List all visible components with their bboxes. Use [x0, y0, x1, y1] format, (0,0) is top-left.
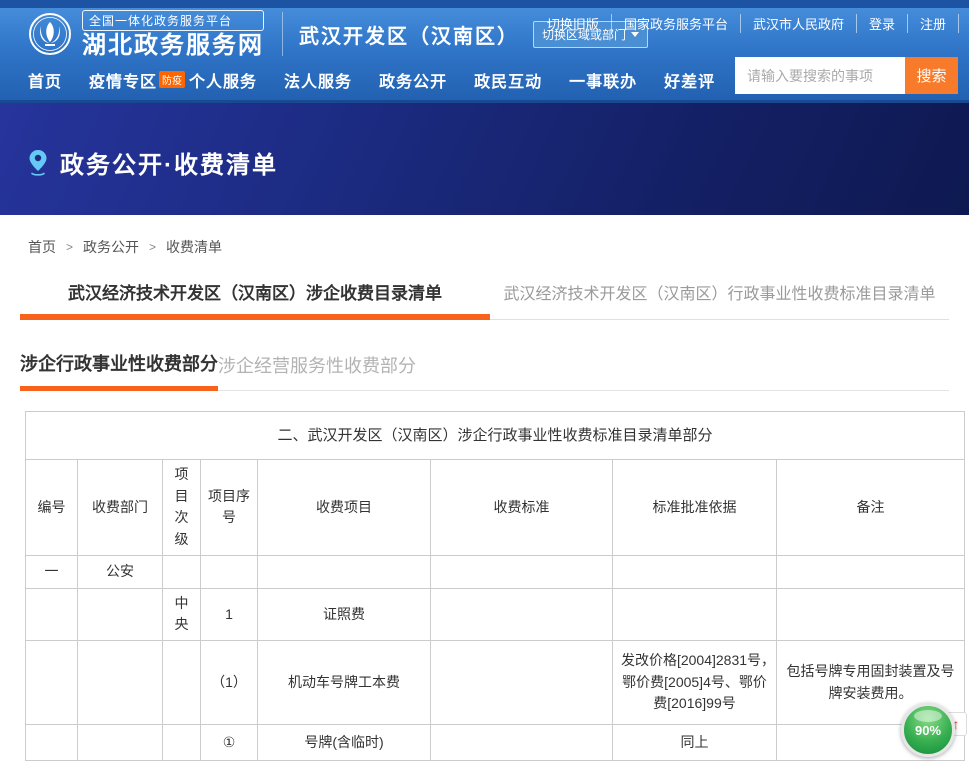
zoom-percent-label: 90%	[915, 723, 941, 738]
breadcrumb: 首页 > 政务公开 > 收费清单	[20, 237, 949, 257]
subtab-administrative-fees[interactable]: 涉企行政事业性收费部分	[20, 350, 218, 391]
cell-fee-standard	[431, 641, 613, 725]
cell-approval-basis: 同上	[613, 725, 777, 761]
col-header-remarks: 备注	[777, 460, 965, 556]
cell-item-level	[163, 641, 201, 725]
cell-fee-item: 证照费	[258, 588, 431, 640]
site-search: 搜索	[735, 57, 958, 94]
breadcrumb-home[interactable]: 首页	[28, 237, 56, 257]
cell-fee-standard	[431, 725, 613, 761]
nav-item-one-stop[interactable]: 一事联办	[569, 68, 637, 92]
list-tabs: 武汉经济技术开发区（汉南区）涉企收费目录清单 武汉经济技术开发区（汉南区）行政事…	[20, 271, 949, 320]
fee-standard-table: 二、武汉开发区（汉南区）涉企行政事业性收费标准目录清单部分 编号 收费部门 项目…	[25, 411, 965, 761]
cell-number	[26, 725, 78, 761]
cell-item-level	[163, 555, 201, 588]
cell-item-seq	[201, 555, 258, 588]
epidemic-badge: 防疫	[159, 71, 185, 88]
table-row: （1） 机动车号牌工本费 发改价格[2004]2831号， 鄂价费[2005]4…	[26, 641, 965, 725]
col-header-item-seq: 项目序号	[201, 460, 258, 556]
location-pin-icon	[28, 149, 48, 176]
page-title: 政务公开·收费清单	[60, 145, 278, 180]
nav-item-legal-services[interactable]: 法人服务	[284, 68, 352, 92]
link-national-platform[interactable]: 国家政务服务平台	[612, 14, 741, 33]
logo-text-block: 全国一体化政务服务平台 湖北政务服务网	[82, 10, 264, 58]
subtab-operational-service-fees[interactable]: 涉企经营服务性收费部分	[218, 352, 416, 390]
cell-fee-standard	[431, 555, 613, 588]
search-input[interactable]	[735, 57, 905, 94]
cell-fee-item: 号牌(含临时)	[258, 725, 431, 761]
page-zoom-widget[interactable]: 90%	[901, 703, 955, 757]
header-top-strip	[0, 0, 969, 8]
breadcrumb-separator: >	[66, 240, 73, 254]
header-quick-links: 切换旧版 国家政务服务平台 武汉市人民政府 登录 注册	[535, 14, 959, 33]
link-wuhan-gov[interactable]: 武汉市人民政府	[741, 14, 857, 33]
site-name: 湖北政务服务网	[82, 33, 264, 58]
cell-remarks	[777, 588, 965, 640]
banner-title-row: 政务公开·收费清单	[0, 103, 969, 180]
cell-department	[78, 588, 163, 640]
page-banner: 政务公开·收费清单	[0, 103, 969, 215]
col-header-fee-item: 收费项目	[258, 460, 431, 556]
nav-item-epidemic-label: 疫情专区	[89, 74, 157, 91]
cell-number	[26, 588, 78, 640]
table-title: 二、武汉开发区（汉南区）涉企行政事业性收费标准目录清单部分	[26, 412, 965, 460]
table-title-row: 二、武汉开发区（汉南区）涉企行政事业性收费标准目录清单部分	[26, 412, 965, 460]
cell-number	[26, 641, 78, 725]
cell-department: 公安	[78, 555, 163, 588]
region-name: 武汉开发区（汉南区）	[299, 20, 519, 49]
col-header-number: 编号	[26, 460, 78, 556]
link-register[interactable]: 注册	[908, 14, 959, 33]
col-header-fee-standard: 收费标准	[431, 460, 613, 556]
site-logo-icon	[28, 12, 72, 56]
cell-approval-basis	[613, 588, 777, 640]
cell-approval-basis	[613, 555, 777, 588]
breadcrumb-current: 收费清单	[166, 237, 222, 257]
tab-enterprise-fee-catalog[interactable]: 武汉经济技术开发区（汉南区）涉企收费目录清单	[20, 271, 490, 320]
main-content: 首页 > 政务公开 > 收费清单 武汉经济技术开发区（汉南区）涉企收费目录清单 …	[0, 237, 969, 761]
cell-number: 一	[26, 555, 78, 588]
breadcrumb-gov-disclosure[interactable]: 政务公开	[83, 237, 139, 257]
nav-item-personal-services[interactable]: 个人服务	[189, 68, 257, 92]
cell-item-seq: ①	[201, 725, 258, 761]
cell-item-level	[163, 725, 201, 761]
nav-item-home[interactable]: 首页	[28, 68, 62, 92]
cell-fee-item: 机动车号牌工本费	[258, 641, 431, 725]
nav-item-gov-disclosure[interactable]: 政务公开	[379, 68, 447, 92]
site-header: 全国一体化政务服务平台 湖北政务服务网 武汉开发区（汉南区） 切换区域或部门 切…	[0, 0, 969, 103]
table-row: ① 号牌(含临时) 同上	[26, 725, 965, 761]
nav-item-rating[interactable]: 好差评	[664, 68, 715, 92]
search-button[interactable]: 搜索	[905, 57, 958, 94]
col-header-department: 收费部门	[78, 460, 163, 556]
cell-fee-item	[258, 555, 431, 588]
col-header-approval-basis: 标准批准依据	[613, 460, 777, 556]
fee-part-subtabs: 涉企行政事业性收费部分 涉企经营服务性收费部分	[20, 350, 949, 391]
site-logo[interactable]: 全国一体化政务服务平台 湖北政务服务网	[28, 12, 283, 56]
platform-label: 全国一体化政务服务平台	[82, 10, 264, 31]
tab-administrative-fee-standard-catalog[interactable]: 武汉经济技术开发区（汉南区）行政事业性收费标准目录清单	[490, 272, 949, 320]
cell-item-seq: （1）	[201, 641, 258, 725]
col-header-item-level: 项目次级	[163, 460, 201, 556]
cell-approval-basis: 发改价格[2004]2831号， 鄂价费[2005]4号、鄂价费[2016]99…	[613, 641, 777, 725]
breadcrumb-separator: >	[149, 240, 156, 254]
link-old-version[interactable]: 切换旧版	[535, 14, 612, 33]
link-login[interactable]: 登录	[857, 14, 908, 33]
cell-remarks	[777, 555, 965, 588]
cell-fee-standard	[431, 588, 613, 640]
nav-item-epidemic-zone[interactable]: 疫情专区防疫	[89, 68, 185, 92]
nav-item-interaction[interactable]: 政民互动	[474, 68, 542, 92]
cell-department	[78, 641, 163, 725]
table-row: 中央 1 证照费	[26, 588, 965, 640]
cell-item-level: 中央	[163, 588, 201, 640]
cell-department	[78, 725, 163, 761]
table-row: 一 公安	[26, 555, 965, 588]
cell-item-seq: 1	[201, 588, 258, 640]
table-header-row: 编号 收费部门 项目次级 项目序号 收费项目 收费标准 标准批准依据 备注	[26, 460, 965, 556]
